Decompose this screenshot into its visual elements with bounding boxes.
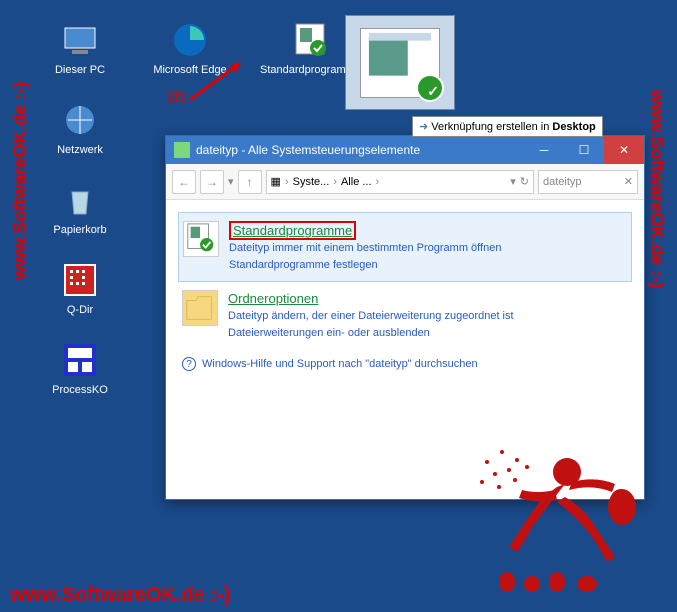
result-title[interactable]: Standardprogramme — [229, 221, 356, 240]
recycle-bin-icon — [60, 180, 100, 220]
minimize-button[interactable]: ─ — [524, 136, 564, 164]
watermark-bottom: www.SoftwareOK.de :-) — [10, 584, 230, 607]
drag-tooltip: ➜ Verknüpfung erstellen in Desktop — [412, 116, 603, 137]
back-button[interactable]: ← — [172, 170, 196, 194]
result-default-programs[interactable]: Standardprogramme Dateityp immer mit ein… — [178, 212, 632, 282]
watermark-left: www.SoftwareOK.de :-) — [10, 82, 31, 280]
drag-preview-icon — [360, 28, 440, 98]
breadcrumb-part[interactable]: Syste... — [293, 176, 330, 188]
desktop-icon-qdir[interactable]: Q-Dir — [40, 260, 120, 316]
result-folder-options[interactable]: Ordneroptionen Dateityp ändern, der eine… — [178, 282, 632, 349]
default-programs-icon — [183, 221, 219, 257]
default-programs-icon — [290, 20, 330, 60]
result-link[interactable]: Dateierweiterungen ein- oder ausblenden — [228, 325, 628, 342]
navbar: ← → ▾ ↑ ▦ › Syste... › Alle ... › ▾ ↻ da… — [166, 164, 644, 200]
close-button[interactable]: ✕ — [604, 136, 644, 164]
processko-icon — [60, 340, 100, 380]
desktop-icon-label: Netzwerk — [40, 144, 120, 156]
desktop-icon-label: Dieser PC — [40, 64, 120, 76]
result-link[interactable]: Dateityp immer mit einem bestimmten Prog… — [229, 240, 627, 257]
breadcrumb[interactable]: ▦ › Syste... › Alle ... › ▾ ↻ — [266, 170, 534, 194]
titlebar[interactable]: dateityp - Alle Systemsteuerungselemente… — [166, 136, 644, 164]
window-icon — [174, 142, 190, 158]
dropdown-icon[interactable]: ▾ — [228, 175, 234, 188]
desktop-icon-this-pc[interactable]: Dieser PC — [40, 20, 120, 76]
breadcrumb-sep: › — [285, 176, 289, 188]
qdir-icon — [60, 260, 100, 300]
result-link[interactable]: Dateityp ändern, der einer Dateierweiter… — [228, 308, 628, 325]
help-icon: ? — [182, 357, 196, 371]
search-value: dateityp — [543, 176, 582, 188]
folder-options-icon — [182, 290, 218, 326]
network-icon — [60, 100, 100, 140]
desktop-icon-label: Papierkorb — [40, 224, 120, 236]
breadcrumb-sep: › — [333, 176, 337, 188]
result-title[interactable]: Ordneroptionen — [228, 291, 318, 306]
computer-icon — [60, 20, 100, 60]
search-input[interactable]: dateityp ✕ — [538, 170, 638, 194]
clear-search-icon[interactable]: ✕ — [624, 175, 633, 188]
search-results: Standardprogramme Dateityp immer mit ein… — [166, 200, 644, 391]
forward-button[interactable]: → — [200, 170, 224, 194]
link-icon: ➜ — [419, 121, 428, 133]
watermark-right: www.SoftwareOK.de :-) — [646, 90, 667, 288]
annotation-arrow-2 — [180, 55, 260, 110]
window-title: dateityp - Alle Systemsteuerungselemente — [196, 143, 524, 157]
drag-preview — [345, 15, 455, 110]
up-button[interactable]: ↑ — [238, 170, 262, 194]
tooltip-text: Verknüpfung erstellen in — [431, 121, 552, 133]
decorative-figure — [447, 412, 647, 592]
desktop-icon-network[interactable]: Netzwerk — [40, 100, 120, 156]
help-link[interactable]: ? Windows-Hilfe und Support nach "dateit… — [178, 349, 632, 379]
desktop-icon-label: Q-Dir — [40, 304, 120, 316]
desktop-icon-recycle-bin[interactable]: Papierkorb — [40, 180, 120, 236]
tooltip-target: Desktop — [552, 121, 595, 133]
dropdown-icon[interactable]: ▾ — [510, 175, 516, 188]
refresh-icon[interactable]: ↻ — [520, 175, 529, 188]
edge-icon — [170, 20, 210, 60]
maximize-button[interactable]: ☐ — [564, 136, 604, 164]
desktop-icon-processko[interactable]: ProcessKO — [40, 340, 120, 396]
breadcrumb-sep: › — [376, 176, 380, 188]
breadcrumb-part[interactable]: Alle ... — [341, 176, 372, 188]
breadcrumb-icon: ▦ — [271, 175, 281, 188]
desktop-icon-label: ProcessKO — [40, 384, 120, 396]
result-link[interactable]: Standardprogramme festlegen — [229, 257, 627, 274]
help-text: Windows-Hilfe und Support nach "dateityp… — [202, 358, 478, 370]
